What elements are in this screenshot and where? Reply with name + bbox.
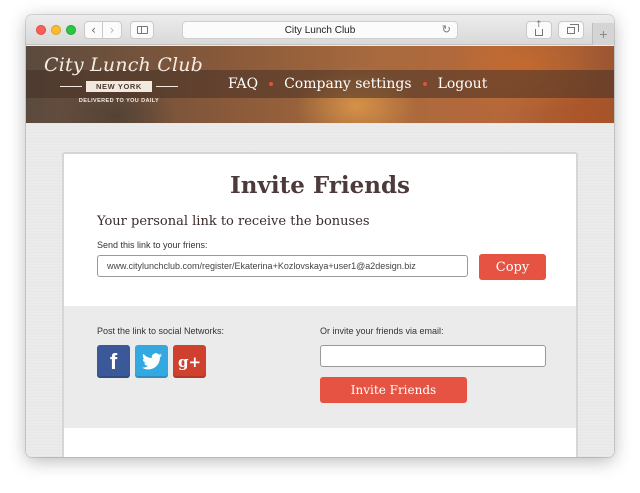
site-logo[interactable]: City Lunch Club NEW YORK DELIVERED TO YO… [44,54,204,116]
site-header: City Lunch Club NEW YORK DELIVERED TO YO… [26,46,614,123]
nav-logout-link[interactable]: Logout [438,76,488,92]
invite-friends-button[interactable]: Invite Friends [320,377,467,403]
twitter-icon [141,353,162,370]
google-plus-icon: g+ [177,352,202,371]
reload-icon[interactable]: ↻ [442,23,451,36]
share-button[interactable] [526,20,552,39]
show-tabs-button[interactable] [558,21,584,39]
tabs-icon [567,23,579,34]
nav-separator-dot [269,82,274,86]
new-tab-button[interactable]: + [592,23,614,45]
nav-separator-dot [422,82,427,86]
copy-button[interactable]: Copy [479,254,546,280]
email-invite-label: Or invite your friends via email: [320,326,444,336]
logo-tagline: DELIVERED TO YOU DAILY [78,98,160,104]
forward-button[interactable]: › [103,21,122,39]
sidebar-icon [136,26,148,34]
sidebar-toggle-button[interactable] [130,21,154,39]
twitter-share-button[interactable] [135,345,168,378]
share-icon [535,20,543,36]
maximize-window-button[interactable] [66,25,76,35]
chevron-right-icon: › [109,23,115,37]
send-link-label: Send this link to your friens: [97,240,208,250]
personal-link-heading: Your personal link to receive the bonuse… [97,214,370,229]
browser-toolbar: ‹ › City Lunch Club ↻ + [26,15,614,45]
address-bar[interactable]: City Lunch Club ↻ [182,21,458,39]
facebook-share-button[interactable]: f [97,345,130,378]
close-window-button[interactable] [36,25,46,35]
share-panel: Post the link to social Networks: f g+ O… [64,306,576,428]
chevron-left-icon: ‹ [91,23,96,37]
nav-company-settings-link[interactable]: Company settings [284,76,411,92]
social-networks-label: Post the link to social Networks: [97,326,225,336]
main-nav: FAQ Company settings Logout [228,76,487,92]
referral-link-field[interactable]: www.citylunchclub.com/register/Ekaterina… [97,255,468,277]
page-body: Invite Friends Your personal link to rec… [26,123,614,457]
facebook-icon: f [109,348,118,374]
invite-title: Invite Friends [229,172,410,199]
minimize-window-button[interactable] [51,25,61,35]
page-title: City Lunch Club [284,24,356,36]
back-button[interactable]: ‹ [84,21,103,39]
google-plus-share-button[interactable]: g+ [173,345,206,378]
nav-faq-link[interactable]: FAQ [228,76,258,92]
invite-card: Invite Friends Your personal link to rec… [62,152,578,457]
browser-window: ‹ › City Lunch Club ↻ + City Lunch Club … [26,15,614,457]
plus-icon: + [599,26,608,42]
logo-city-badge: NEW YORK [60,81,178,92]
email-input[interactable] [320,345,546,367]
logo-title: City Lunch Club [44,54,204,76]
